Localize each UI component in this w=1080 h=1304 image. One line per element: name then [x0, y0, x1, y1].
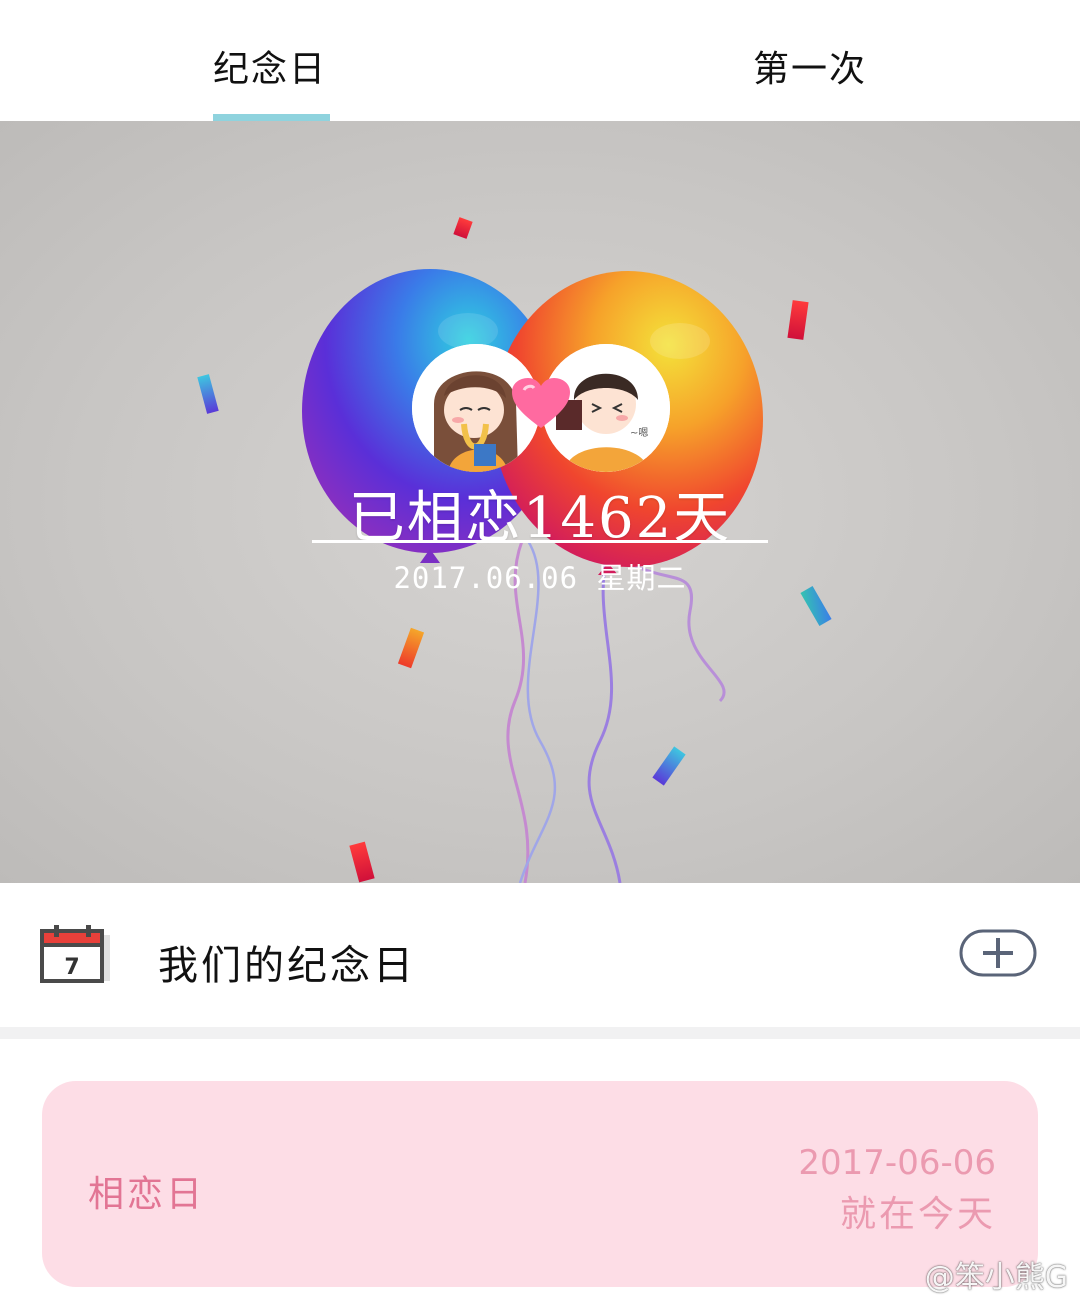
heart-icon [512, 378, 570, 428]
tab-anniversary[interactable]: 纪念日 [0, 0, 540, 121]
svg-text:7: 7 [64, 955, 79, 980]
calendar-icon: 7 [40, 925, 110, 983]
top-tab-bar: 纪念日 第一次 [0, 0, 1080, 121]
hero-banner: ~嗯 已相恋1462天 2017.06.06 星期二 [0, 121, 1080, 883]
tab-first-time[interactable]: 第一次 [540, 0, 1080, 121]
anniversary-name: 相恋日 [88, 1174, 206, 1215]
active-tab-indicator [213, 114, 330, 121]
anniversary-card[interactable]: 相恋日 2017-06-06 就在今天 [42, 1081, 1038, 1287]
anniversary-date: 2017-06-06 [798, 1143, 996, 1183]
tab-anniversary-label: 纪念日 [212, 49, 327, 90]
hero-divider [312, 540, 768, 543]
add-anniversary-button[interactable] [959, 929, 1037, 977]
anniversary-section-header: 7 我们的纪念日 [0, 883, 1080, 1027]
anniversary-countdown: 就在今天 [839, 1194, 996, 1235]
watermark: @笨小熊G [924, 1260, 1068, 1295]
svg-text:~嗯: ~嗯 [630, 427, 648, 439]
start-date: 2017.06.06 星期二 [393, 561, 687, 595]
tab-first-time-label: 第一次 [752, 49, 867, 90]
section-title: 我们的纪念日 [158, 943, 416, 989]
section-divider [0, 1027, 1080, 1039]
